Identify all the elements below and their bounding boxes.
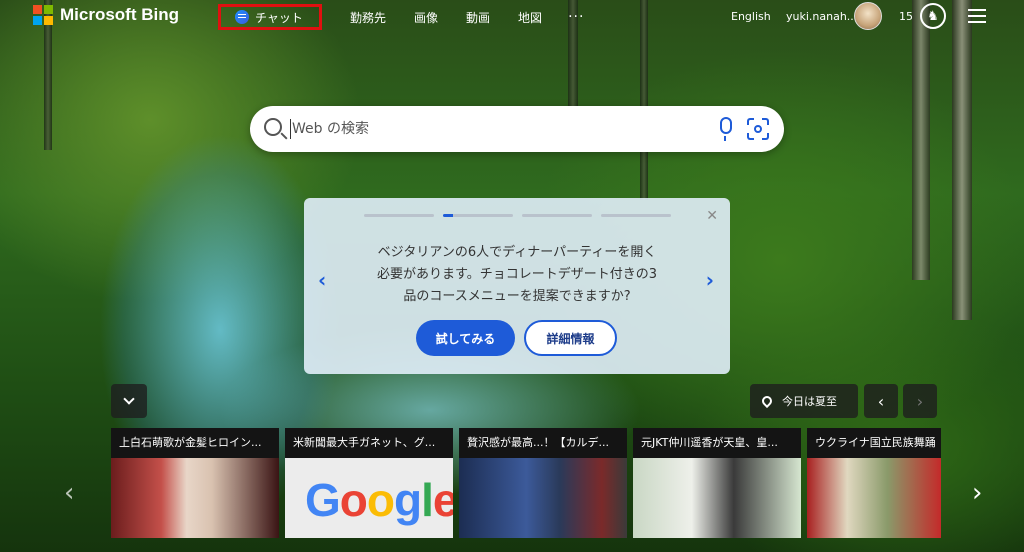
news-image bbox=[633, 458, 801, 538]
suggestion-card: ✕ ‹ › ベジタリアンの6人でディナーパーティーを開く 必要があります。チョコ… bbox=[304, 198, 730, 374]
news-card[interactable]: ウクライナ国立民族舞踊 bbox=[807, 428, 941, 538]
image-info-button[interactable]: 今日は夏至 bbox=[750, 384, 858, 418]
previous-image-button[interactable]: ‹ bbox=[864, 384, 898, 418]
rewards-points[interactable]: 15 bbox=[899, 10, 913, 23]
chevron-right-icon[interactable]: › bbox=[706, 268, 714, 292]
text-caret bbox=[290, 119, 291, 139]
chevron-right-icon: › bbox=[916, 391, 924, 411]
logo-text: Microsoft Bing bbox=[60, 5, 179, 24]
suggestion-line: 必要があります。チョコレートデザート付きの3 bbox=[377, 267, 657, 282]
google-logo: Google bbox=[305, 474, 453, 526]
visual-search-icon[interactable] bbox=[747, 118, 769, 140]
background-tree bbox=[952, 0, 972, 320]
suggestion-line: ベジタリアンの6人でディナーパーティーを開く bbox=[377, 245, 657, 260]
location-pin-icon bbox=[759, 393, 775, 409]
news-card[interactable]: 上白石萌歌が金髪ヒロイン... bbox=[111, 428, 279, 538]
close-icon[interactable]: ✕ bbox=[706, 208, 718, 224]
chevron-left-icon[interactable]: ‹ bbox=[318, 268, 326, 292]
news-next-chevron-icon[interactable]: › bbox=[972, 478, 982, 508]
progress-segment[interactable] bbox=[364, 214, 434, 217]
news-title: 米新聞最大手ガネット、グ... bbox=[285, 428, 453, 458]
news-title: ウクライナ国立民族舞踊 bbox=[807, 428, 941, 458]
try-it-button[interactable]: 試してみる bbox=[416, 320, 515, 356]
chevron-down-icon bbox=[123, 393, 135, 405]
learn-more-button[interactable]: 詳細情報 bbox=[524, 320, 617, 356]
rewards-icon[interactable]: ♞ bbox=[920, 3, 946, 29]
collapse-feed-button[interactable] bbox=[111, 384, 147, 418]
language-link[interactable]: English bbox=[731, 10, 771, 23]
news-title: 贅沢感が最高...！【カルデ... bbox=[459, 428, 627, 458]
carousel-progress bbox=[364, 214, 680, 217]
news-image bbox=[807, 458, 941, 538]
header: Microsoft Bing チャット 勤務先 画像 動画 地図 ··· Eng… bbox=[0, 0, 1024, 34]
image-info-label: 今日は夏至 bbox=[782, 395, 837, 408]
top-nav: チャット 勤務先 画像 動画 地図 ··· bbox=[218, 4, 584, 30]
suggestion-text: ベジタリアンの6人でディナーパーティーを開く 必要があります。チョコレートデザー… bbox=[354, 242, 680, 308]
news-prev-chevron-icon[interactable]: ‹ bbox=[64, 478, 74, 508]
user-name[interactable]: yuki.nanah... bbox=[786, 10, 857, 23]
news-card[interactable]: 元JKT仲川遥香が天皇、皇... bbox=[633, 428, 801, 538]
microphone-icon[interactable] bbox=[720, 117, 732, 141]
bing-logo[interactable]: Microsoft Bing bbox=[33, 5, 179, 25]
news-image bbox=[111, 458, 279, 538]
progress-segment-active[interactable] bbox=[443, 214, 513, 217]
news-card[interactable]: 贅沢感が最高...！【カルデ... bbox=[459, 428, 627, 538]
news-image bbox=[459, 458, 627, 538]
nav-maps[interactable]: 地図 bbox=[518, 9, 542, 26]
search-input[interactable] bbox=[292, 117, 692, 141]
progress-segment[interactable] bbox=[601, 214, 671, 217]
nav-jobs[interactable]: 勤務先 bbox=[350, 9, 386, 26]
chevron-left-icon: ‹ bbox=[877, 391, 885, 411]
avatar[interactable] bbox=[854, 2, 882, 30]
background-tree bbox=[912, 0, 930, 280]
search-box bbox=[250, 106, 784, 152]
nav-more-icon[interactable]: ··· bbox=[568, 9, 584, 25]
news-carousel: 上白石萌歌が金髪ヒロイン... 米新聞最大手ガネット、グ... Google 贅… bbox=[111, 428, 941, 538]
progress-segment[interactable] bbox=[522, 214, 592, 217]
news-title: 上白石萌歌が金髪ヒロイン... bbox=[111, 428, 279, 458]
news-title: 元JKT仲川遥香が天皇、皇... bbox=[633, 428, 801, 458]
news-card[interactable]: 米新聞最大手ガネット、グ... Google bbox=[285, 428, 453, 538]
next-image-button[interactable]: › bbox=[903, 384, 937, 418]
nav-videos[interactable]: 動画 bbox=[466, 9, 490, 26]
nav-images[interactable]: 画像 bbox=[414, 9, 438, 26]
search-icon[interactable] bbox=[264, 118, 282, 136]
suggestion-line: 品のコースメニューを提案できますか? bbox=[403, 289, 631, 304]
hamburger-menu-icon[interactable] bbox=[968, 9, 986, 27]
chat-icon bbox=[235, 10, 249, 24]
nav-chat-label: チャット bbox=[255, 10, 303, 25]
microsoft-logo-icon bbox=[33, 5, 53, 25]
nav-chat[interactable]: チャット bbox=[218, 4, 322, 30]
